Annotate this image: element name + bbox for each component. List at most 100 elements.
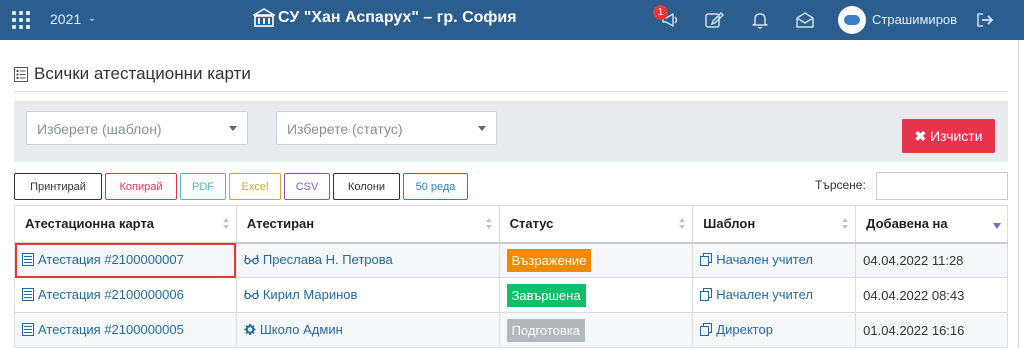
gear-icon — [244, 323, 256, 335]
caret-down-icon — [229, 126, 237, 131]
card-link-label: Атестация #2100000006 — [38, 286, 184, 302]
template-cell: Начален учител — [692, 242, 857, 278]
status-cell: Подготовка — [498, 312, 694, 348]
template-link-label: Начален учител — [716, 286, 813, 302]
document-list-icon — [22, 322, 34, 336]
clear-button[interactable]: ✖ Изчисти — [902, 119, 995, 153]
sort-icon — [222, 218, 230, 230]
column-header-date[interactable]: Добавена на — [855, 205, 1008, 244]
search-label: Търсене: — [815, 178, 866, 192]
chevron-down-icon[interactable]: ⌄ — [88, 13, 96, 24]
column-header-person[interactable]: Атестиран — [235, 205, 500, 244]
status-select[interactable]: Изберете (статус) — [276, 111, 497, 145]
school-title: СУ "Хан Аспарух" – гр. София — [278, 9, 517, 26]
status-badge: Възражение — [506, 248, 592, 272]
card-link-label: Атестация #2100000005 — [38, 321, 184, 337]
date-cell: 04.04.2022 11:28 — [855, 242, 1008, 278]
template-link[interactable]: Начален учител — [700, 252, 813, 267]
template-link[interactable]: Директор — [700, 322, 773, 337]
envelope-open-icon[interactable] — [795, 10, 815, 30]
card-link[interactable]: Атестация #2100000005 — [22, 322, 184, 337]
year-selector[interactable]: 2021 — [50, 11, 81, 27]
table-row: Атестация #2100000006 Кирил Маринов Завъ… — [14, 277, 1008, 313]
filter-panel: Изберете (шаблон) Изберете (статус) ✖ Из… — [14, 101, 1008, 162]
list-icon — [14, 66, 28, 82]
csv-button[interactable]: CSV — [284, 173, 330, 200]
print-button[interactable]: Принтирай — [14, 173, 102, 200]
card-link[interactable]: Атестация #2100000006 — [22, 287, 184, 302]
top-bar: 2021 ⌄ СУ "Хан Аспарух" – гр. София 1 Ст… — [0, 0, 1024, 40]
person-link[interactable]: Кирил Маринов — [244, 286, 358, 302]
logout-icon[interactable] — [975, 10, 995, 30]
document-list-icon — [22, 287, 34, 301]
template-select[interactable]: Изберете (шаблон) — [26, 111, 248, 145]
column-header-label: Атестиран — [246, 216, 315, 232]
divider — [14, 91, 1008, 92]
school-building-icon — [253, 8, 275, 27]
person-cell: Кирил Маринов — [235, 277, 500, 313]
person-link[interactable]: Преслава Н. Петрова — [244, 252, 393, 267]
column-header-label: Добавена на — [866, 216, 948, 232]
template-cell: Директор — [692, 312, 857, 348]
table-header-row: Атестационна карта Атестиран Статус Шабл… — [14, 205, 1008, 244]
edit-icon[interactable] — [704, 10, 724, 30]
card-cell: Атестация #2100000006 — [14, 277, 237, 313]
card-cell: Атестация #2100000005 — [14, 312, 237, 348]
page-title: Всички атестационни карти — [14, 64, 251, 84]
sort-desc-icon — [993, 223, 1001, 229]
copy-button[interactable]: Копирай — [105, 173, 177, 200]
column-header-card[interactable]: Атестационна карта — [14, 205, 237, 244]
glasses-icon — [244, 289, 259, 299]
clear-button-label: Изчисти — [930, 128, 983, 144]
column-header-template[interactable]: Шаблон — [692, 205, 857, 244]
glasses-icon — [244, 254, 259, 264]
status-cell: Възражение — [498, 242, 694, 278]
column-header-label: Атестационна карта — [25, 216, 155, 232]
caret-down-icon — [478, 126, 486, 131]
table-row: Атестация #2100000007 Преслава Н. Петров… — [14, 242, 1008, 278]
status-select-placeholder: Изберете (статус) — [287, 121, 403, 137]
search-input[interactable] — [876, 172, 1008, 200]
column-header-status[interactable]: Статус — [498, 205, 694, 244]
person-cell: Школо Админ — [235, 312, 500, 348]
template-cell: Начален учител — [692, 277, 857, 313]
document-list-icon — [22, 252, 34, 266]
scrollbar-divider — [1018, 40, 1019, 348]
template-link-label: Директор — [716, 321, 773, 337]
excel-button[interactable]: Excel — [229, 173, 281, 200]
template-link-label: Начален учител — [716, 251, 813, 267]
avatar[interactable] — [838, 6, 866, 34]
column-header-label: Шаблон — [703, 216, 756, 232]
sort-icon — [679, 218, 686, 230]
close-icon: ✖ — [914, 127, 927, 144]
sort-icon — [485, 218, 493, 230]
person-link-label: Кирил Маринов — [262, 286, 358, 302]
template-link[interactable]: Начален учител — [700, 287, 813, 302]
copy-document-icon — [700, 287, 713, 301]
date-cell: 04.04.2022 08:43 — [855, 277, 1008, 313]
column-header-label: Статус — [509, 216, 554, 232]
sort-icon — [842, 218, 849, 230]
columns-button[interactable]: Колони — [333, 173, 400, 200]
page-title-text: Всички атестационни карти — [34, 64, 251, 83]
apps-grid-icon[interactable] — [12, 11, 30, 29]
date-cell: 01.04.2022 16:16 — [855, 312, 1008, 348]
copy-document-icon — [700, 252, 713, 266]
bell-icon[interactable] — [750, 10, 770, 30]
user-name[interactable]: Страшимиров — [872, 12, 957, 27]
card-link[interactable]: Атестация #2100000007 — [22, 252, 184, 267]
attestation-table: Атестационна карта Атестиран Статус Шабл… — [14, 205, 1008, 348]
person-link-label: Преслава Н. Петрова — [262, 251, 393, 267]
notification-badge: 1 — [653, 5, 668, 20]
card-link-label: Атестация #2100000007 — [38, 251, 184, 267]
rows-per-page-button[interactable]: 50 реда — [403, 173, 468, 200]
card-cell: Атестация #2100000007 — [14, 242, 237, 278]
copy-document-icon — [700, 322, 713, 336]
status-cell: Завършена — [498, 277, 694, 313]
person-link-label: Школо Админ — [259, 321, 343, 337]
table-row: Атестация #2100000005 Школо Админ Подгот… — [14, 312, 1008, 348]
status-badge: Завършена — [506, 283, 586, 307]
pdf-button[interactable]: PDF — [180, 173, 226, 200]
person-link[interactable]: Школо Админ — [244, 322, 343, 337]
template-select-placeholder: Изберете (шаблон) — [37, 121, 162, 137]
